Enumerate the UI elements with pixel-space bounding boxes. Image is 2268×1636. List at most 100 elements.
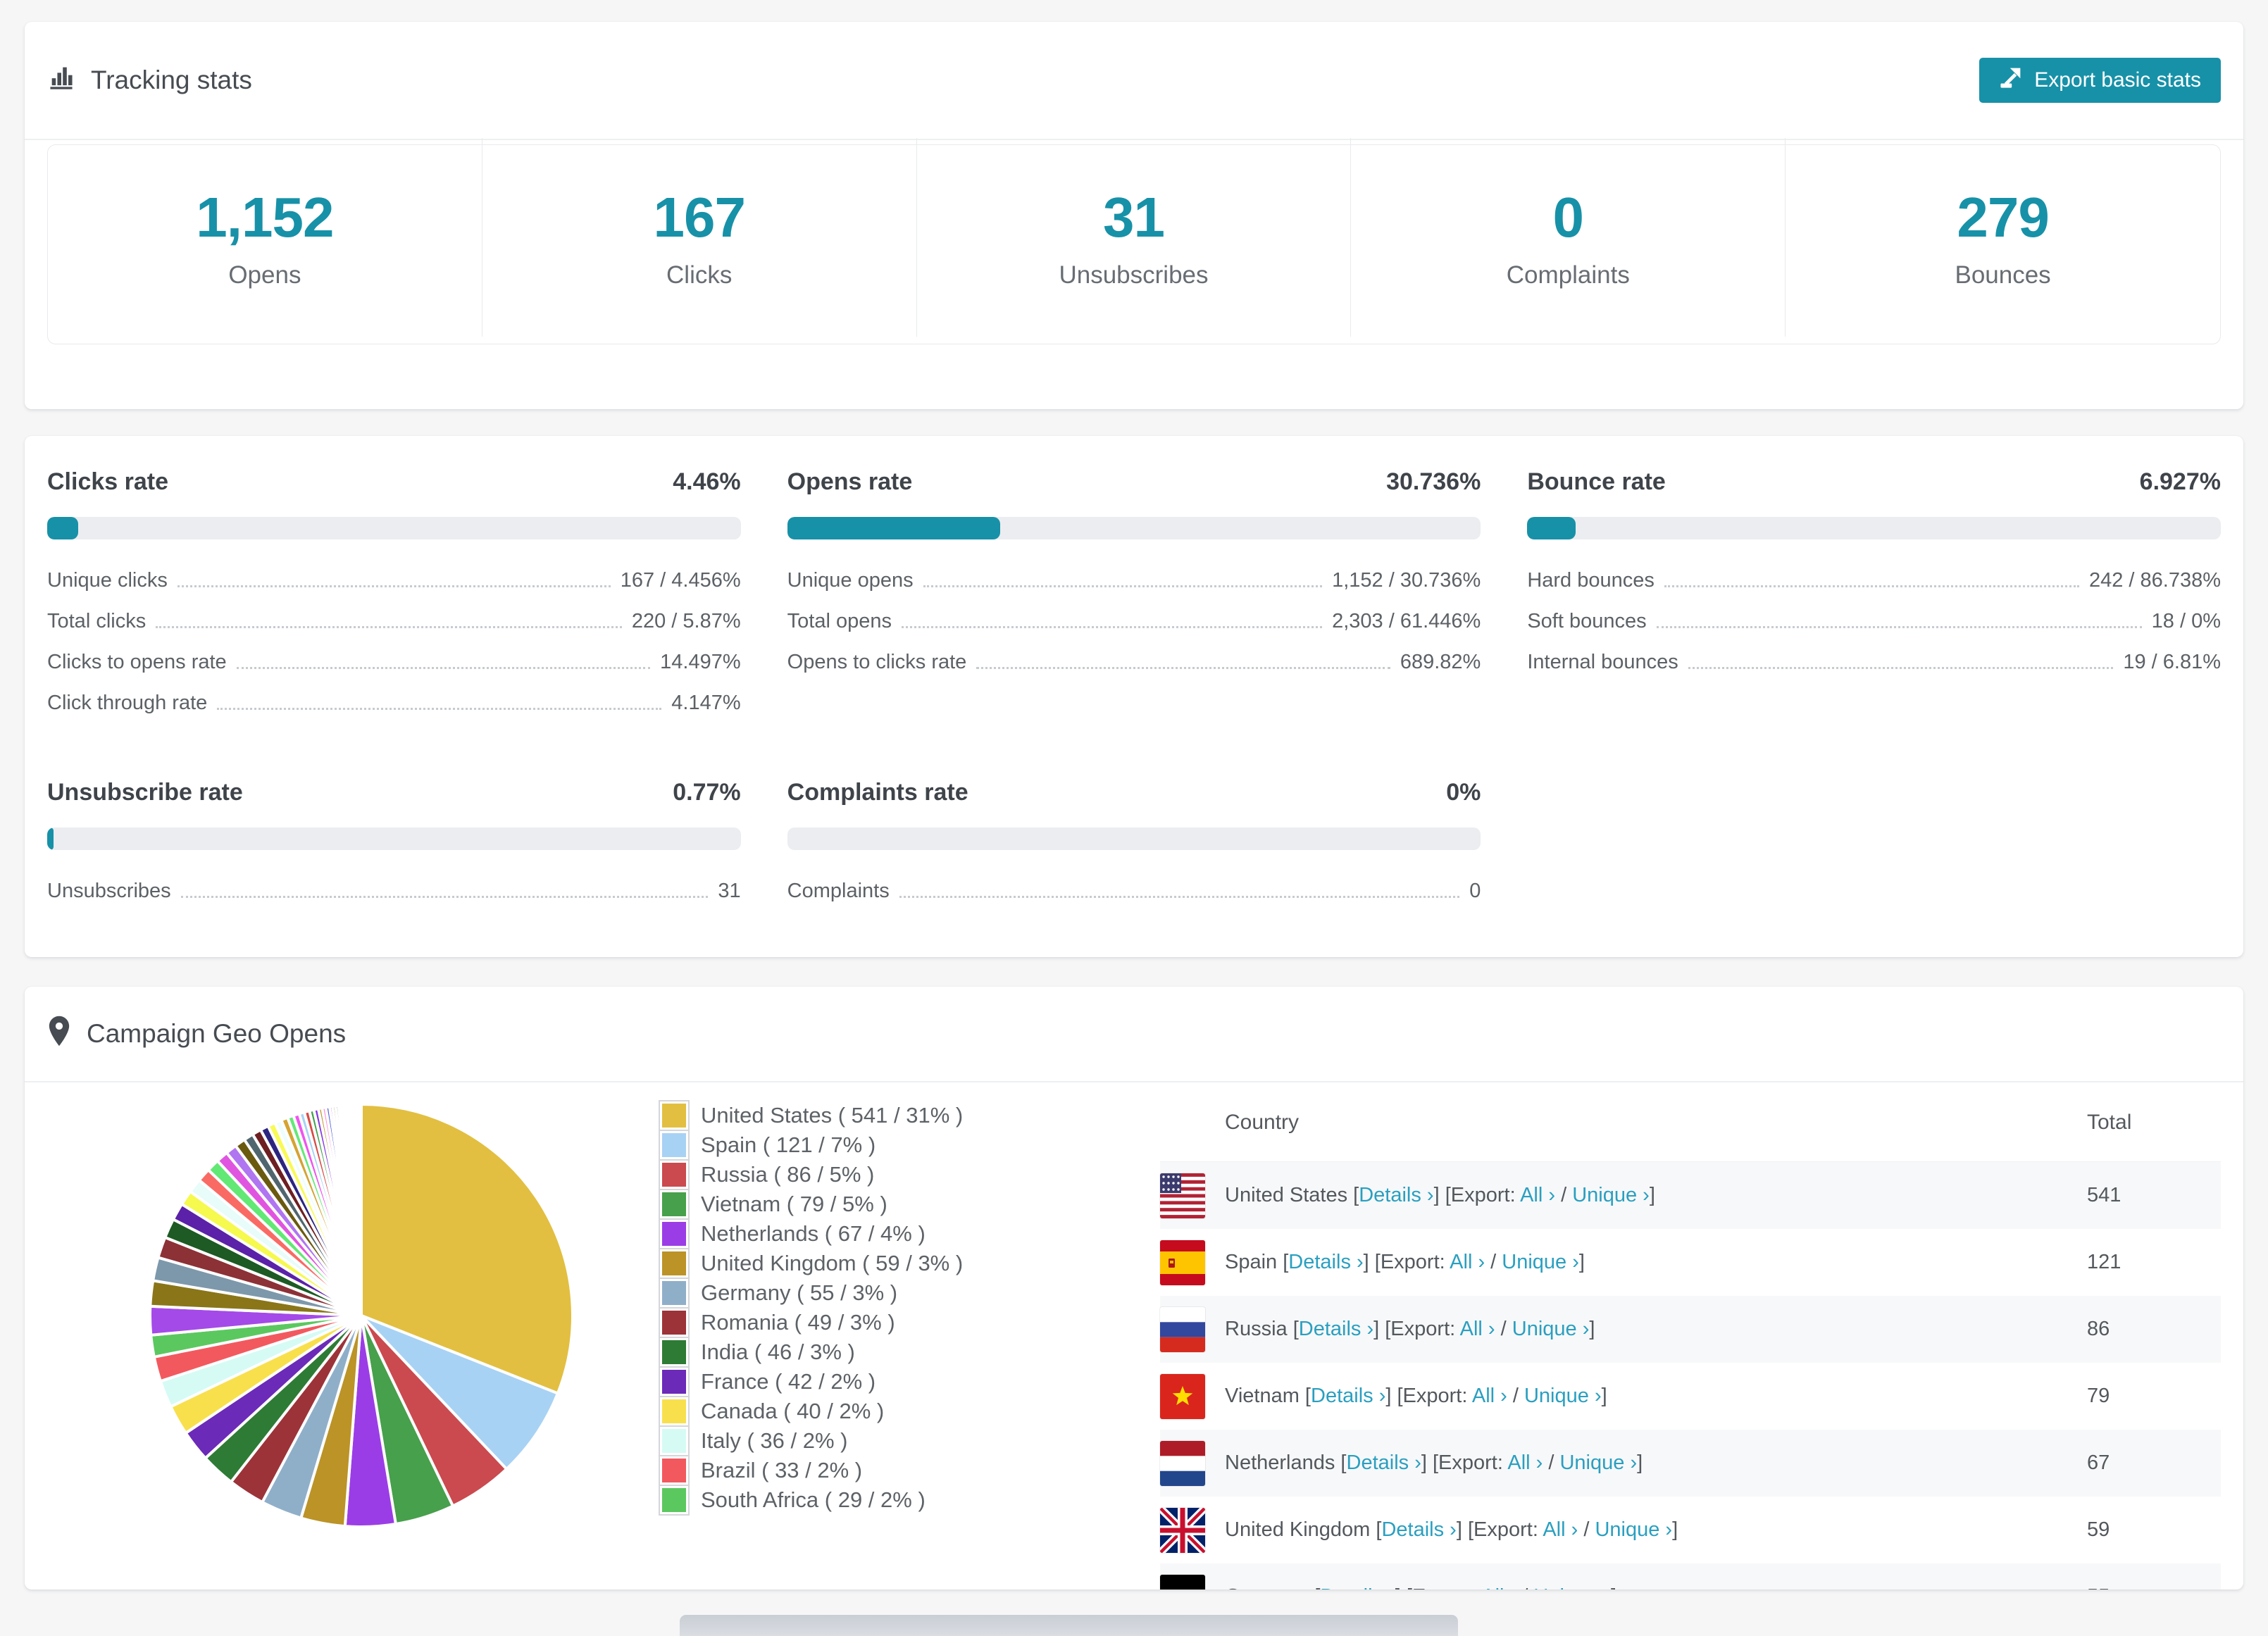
legend-color-chip <box>660 1161 688 1189</box>
country-row-united-kingdom: United Kingdom [Details ›] [Export: All … <box>1160 1497 2221 1563</box>
rate-row: Opens to clicks rate689.82% <box>787 652 1481 673</box>
dotted-leader <box>1664 585 2079 587</box>
rate-value: 30.736% <box>1386 468 1481 496</box>
export-all-link[interactable]: All › <box>1481 1585 1516 1590</box>
details-link[interactable]: Details › <box>1299 1318 1373 1340</box>
details-link[interactable]: Details › <box>1311 1385 1385 1407</box>
rate-section-bounce-rate: Bounce rate6.927%Hard bounces242 / 86.73… <box>1527 468 2221 734</box>
rate-row: Clicks to opens rate14.497% <box>47 652 741 673</box>
legend-item-russia: Russia ( 86 / 5% ) <box>660 1160 1160 1189</box>
progress-bar-fill <box>1527 517 1575 539</box>
bracket: ] <box>1611 1585 1616 1590</box>
stat-value: 31 <box>1103 185 1164 250</box>
separator: / <box>1516 1585 1533 1590</box>
rate-row-label: Soft bounces <box>1527 611 1646 632</box>
export-all-link[interactable]: All › <box>1507 1451 1543 1474</box>
details-link[interactable]: Details › <box>1288 1251 1363 1273</box>
legend-label: Germany ( 55 / 3% ) <box>701 1280 897 1306</box>
legend-label: India ( 46 / 3% ) <box>701 1340 855 1365</box>
rate-row-value: 689.82% <box>1400 652 1481 673</box>
rate-row-value: 220 / 5.87% <box>632 611 741 632</box>
export-unique-link[interactable]: Unique › <box>1524 1385 1602 1407</box>
summary-stats-row: 1,152Opens167Clicks31Unsubscribes0Compla… <box>47 144 2221 344</box>
export-unique-link[interactable]: Unique › <box>1512 1318 1590 1340</box>
horizontal-scrollbar-thumb[interactable] <box>680 1615 1458 1636</box>
export-unique-link[interactable]: Unique › <box>1559 1451 1637 1474</box>
bracket: ] [Export: <box>1373 1318 1460 1340</box>
dotted-leader <box>902 626 1322 628</box>
export-unique-link[interactable]: Unique › <box>1533 1585 1611 1590</box>
legend-label: United States ( 541 / 31% ) <box>701 1103 963 1128</box>
legend-color-chip <box>660 1456 688 1485</box>
legend-color-chip <box>660 1338 688 1366</box>
legend-label: Italy ( 36 / 2% ) <box>701 1428 847 1454</box>
legend-item-france: France ( 42 / 2% ) <box>660 1367 1160 1397</box>
geo-table-header: Country Total <box>1160 1084 2221 1162</box>
export-icon <box>1999 65 2023 95</box>
country-cell: Russia [Details ›] [Export: All › / Uniq… <box>1225 1318 1595 1341</box>
country-name: United States <box>1225 1184 1347 1206</box>
export-all-link[interactable]: All › <box>1460 1318 1495 1340</box>
export-unique-link[interactable]: Unique › <box>1595 1518 1672 1541</box>
country-total: 541 <box>2087 1184 2221 1207</box>
export-all-link[interactable]: All › <box>1472 1385 1507 1407</box>
rate-section-complaints-rate: Complaints rate0%Complaints0 <box>787 779 1481 922</box>
progress-bar <box>787 517 1481 539</box>
stat-box-bounces: 279Bounces <box>1786 138 2220 337</box>
bracket: ] <box>1672 1518 1678 1541</box>
rate-row: Complaints0 <box>787 881 1481 901</box>
separator: / <box>1485 1251 1502 1273</box>
legend-color-chip <box>660 1309 688 1337</box>
progress-bar <box>47 828 741 850</box>
rate-rows: Complaints0 <box>787 881 1481 901</box>
legend-color-chip <box>660 1397 688 1425</box>
details-link[interactable]: Details › <box>1359 1184 1433 1206</box>
rate-header: Unsubscribe rate0.77% <box>47 779 741 806</box>
campaign-geo-card: Campaign Geo Opens United States ( 541 /… <box>25 987 2243 1590</box>
rate-row-label: Unique clicks <box>47 570 168 591</box>
progress-bar-fill <box>787 517 1001 539</box>
export-unique-link[interactable]: Unique › <box>1502 1251 1579 1273</box>
details-link[interactable]: Details › <box>1381 1518 1456 1541</box>
rate-section-opens-rate: Opens rate 30.736% Unique opens1,152 / 30.… <box>787 468 1481 734</box>
stat-value: 167 <box>653 185 744 250</box>
legend-item-germany: Germany ( 55 / 3% ) <box>660 1278 1160 1308</box>
country-total: 121 <box>2087 1251 2221 1274</box>
legend-color-chip <box>660 1220 688 1248</box>
legend-label: Russia ( 86 / 5% ) <box>701 1162 874 1187</box>
dotted-leader <box>899 896 1459 898</box>
rate-row: Total opens2,303 / 61.446% <box>787 611 1481 632</box>
rate-title: Opens rate <box>787 468 913 496</box>
dotted-leader <box>177 585 611 587</box>
country-row-russia: Russia [Details ›] [Export: All › / Uniq… <box>1160 1296 2221 1363</box>
bracket: [ <box>1300 1385 1311 1407</box>
rate-row: Unique opens1,152 / 30.736% <box>787 570 1481 591</box>
rate-row-value: 2,303 / 61.446% <box>1332 611 1481 632</box>
bracket: [ <box>1347 1184 1359 1206</box>
stat-label: Unsubscribes <box>1059 261 1208 289</box>
rate-row-label: Click through rate <box>47 693 207 713</box>
country-name: Russia <box>1225 1318 1288 1340</box>
legend-label: Vietnam ( 79 / 5% ) <box>701 1192 887 1217</box>
details-link[interactable]: Details › <box>1347 1451 1421 1474</box>
bracket: ] [Export: <box>1364 1251 1450 1273</box>
geo-pie-chart[interactable] <box>47 1082 660 1537</box>
bracket: ] [Export: <box>1395 1585 1482 1590</box>
rate-row-label: Hard bounces <box>1527 570 1655 591</box>
rate-row-label: Total clicks <box>47 611 146 632</box>
country-total: 59 <box>2087 1518 2221 1542</box>
export-all-link[interactable]: All › <box>1543 1518 1578 1541</box>
export-unique-link[interactable]: Unique › <box>1572 1184 1650 1206</box>
country-cell: Germany [Details ›] [Export: All › / Uni… <box>1225 1585 1616 1590</box>
dotted-leader <box>923 585 1322 587</box>
separator: / <box>1578 1518 1595 1541</box>
legend-label: South Africa ( 29 / 2% ) <box>701 1487 926 1513</box>
details-link[interactable]: Details › <box>1320 1585 1395 1590</box>
country-cell: United Kingdom [Details ›] [Export: All … <box>1225 1518 1678 1542</box>
rate-rows: Unsubscribes31 <box>47 881 741 901</box>
export-all-link[interactable]: All › <box>1520 1184 1555 1206</box>
export-all-link[interactable]: All › <box>1450 1251 1485 1273</box>
export-basic-stats-button[interactable]: Export basic stats <box>1979 58 2221 103</box>
rates-grid: Clicks rate4.46%Unique clicks167 / 4.456… <box>47 468 2221 922</box>
rate-row: Hard bounces242 / 86.738% <box>1527 570 2221 591</box>
